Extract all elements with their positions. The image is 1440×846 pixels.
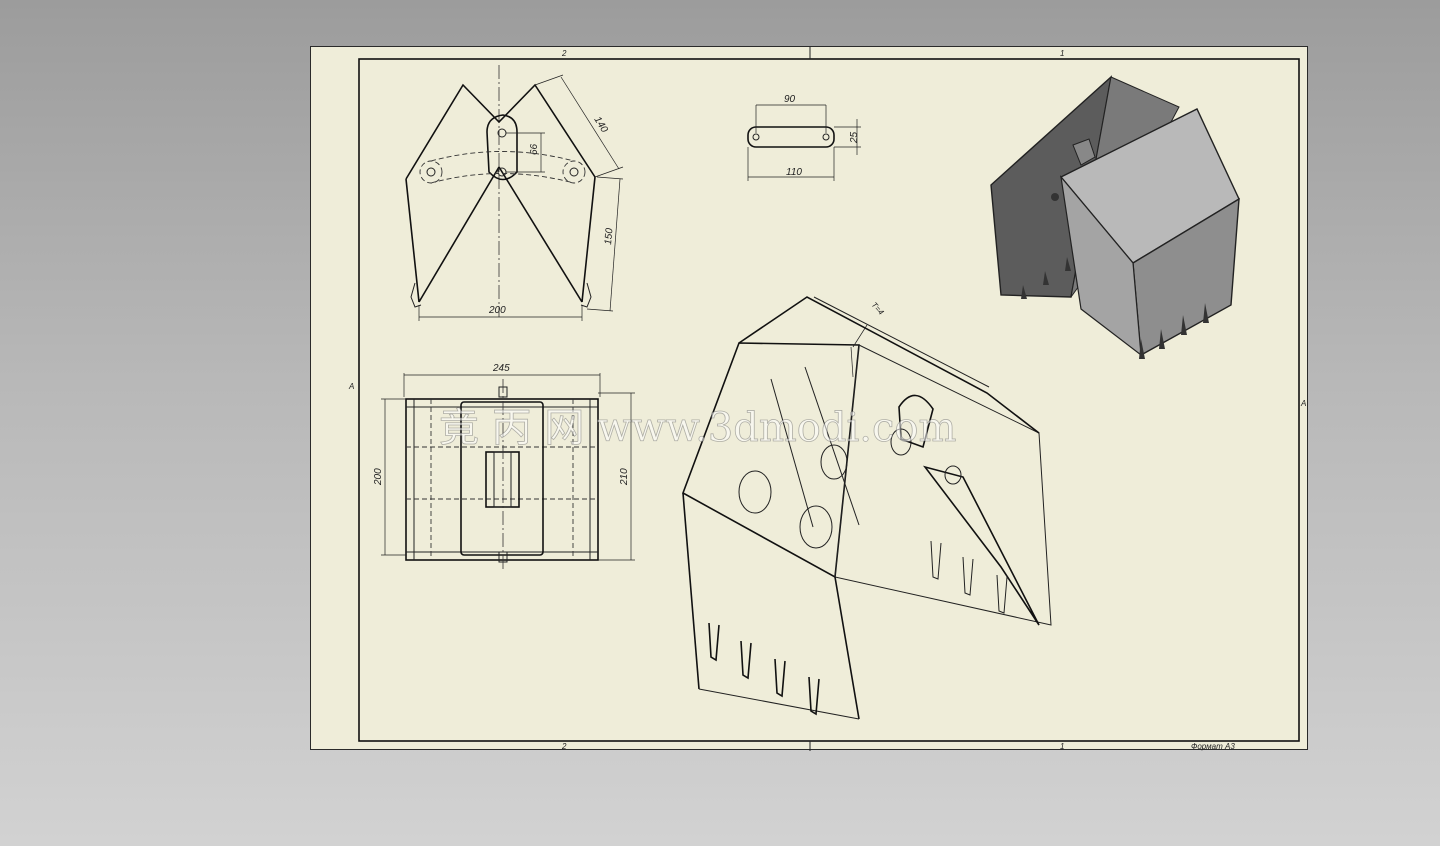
dim-width: 200 [488, 305, 506, 316]
front-view: 140 66 150 200 [405, 65, 624, 321]
drawing-canvas: 2 1 2 1 A A Формат А3 140 66 150 200 90 … [348, 47, 1306, 751]
dim-plate-length: 110 [786, 167, 802, 178]
zone-label-left-a: A [348, 382, 354, 391]
zone-label-top-2: 2 [561, 49, 567, 58]
dim-top-depth-left: 200 [373, 468, 384, 486]
dim-top-width: 245 [492, 363, 510, 374]
top-view: 245 200 210 [373, 363, 635, 569]
dim-top-depth-right: 210 [619, 468, 630, 486]
dim-slant: 140 [591, 115, 609, 135]
zone-label-top-1: 1 [1060, 49, 1064, 58]
drawing-sheet: 2 1 2 1 A A Формат А3 140 66 150 200 90 … [310, 46, 1308, 751]
dim-plate-height: 25 [849, 131, 860, 144]
zone-label-right-a: A [1300, 399, 1306, 408]
dim-pin-offset: 66 [529, 143, 540, 155]
watermark: 竟 丙 网 www.3dmodi.com [439, 405, 956, 451]
zone-label-bottom-2: 2 [561, 742, 567, 751]
dim-hole-spacing: 90 [784, 94, 796, 105]
zone-label-bottom-1: 1 [1060, 742, 1064, 751]
dim-wall-thickness: Т=4 [870, 300, 886, 317]
link-plate-view: 90 25 110 [747, 94, 861, 181]
isometric-view: Т=4 [682, 296, 1052, 720]
dim-height: 150 [603, 227, 615, 245]
format-label: Формат А3 [1191, 742, 1235, 751]
shaded-model-render [990, 75, 1240, 359]
